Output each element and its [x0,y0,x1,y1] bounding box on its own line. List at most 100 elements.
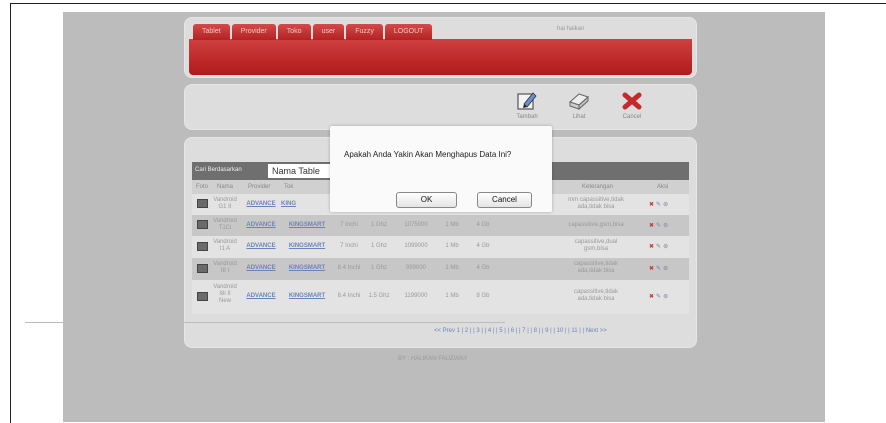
cell-toko-link[interactable]: KINGSMART [281,222,333,229]
cell-provider-link[interactable]: ADVANCE [242,265,280,272]
search-field-select[interactable]: Nama Table [268,164,338,178]
cell-ram: 1 Mb [445,222,459,228]
edit-icon[interactable]: ✎ [656,244,663,250]
cell-keterangan: capassitive,gsm,bisa [568,222,624,228]
cell-keterangan: capassitive,tidak ada,tidak bisa [573,261,619,274]
cell-processor: 1 Ghz [370,265,387,271]
pagination[interactable]: << Prev 1 | 2 | | 3 | | 4 | | 5 | | 6 | … [434,328,607,334]
tablet-photo [197,242,208,251]
footer-credit: BY : HALIKAN FAUZIANY [398,356,468,362]
cell-toko-link[interactable]: KING [281,201,321,208]
delete-icon[interactable]: ✖ [649,294,656,300]
ok-button[interactable]: OK [396,192,457,208]
row-actions: ✖✎⊛ [649,222,670,229]
cell-nama: Vandroid T1Ci [213,218,237,231]
table-row: Vandroid I8i II New ADVANCE KINGSMART 8.4 … [192,280,689,314]
cell-keterangan: mm capassitive,tidak ada,tidak bisa [568,197,624,210]
greeting-text: hai haikan [557,26,585,32]
divider [25,322,505,323]
tablet-photo [197,220,208,229]
view-icon[interactable]: ⊛ [663,266,670,272]
table-row: Vandroid I8 I ADVANCE KINGSMART 8.4 Inchi… [192,258,689,280]
row-actions: ✖✎⊛ [649,293,670,300]
tab-toko[interactable]: Toko [277,24,311,40]
cell-lcd: 8.4 Inchi [337,293,361,299]
cell-keterangan: capassitive,dual gsm,bisa [574,239,618,252]
tab-provider[interactable]: Provider [231,24,276,40]
row-actions: ✖✎⊛ [649,243,670,250]
add-button[interactable]: Tambah [507,90,547,120]
tab-tablet[interactable]: Tablet [193,24,230,40]
add-label: Tambah [516,114,538,120]
tablet-photo [197,264,208,273]
edit-icon[interactable]: ✎ [656,202,663,208]
cell-provider-link[interactable]: ADVANCE [242,243,280,250]
cell-lcd: 7 Inchi [340,243,358,249]
delete-icon[interactable]: ✖ [649,202,656,208]
edit-icon[interactable]: ✎ [656,266,663,272]
header-banner [189,39,692,75]
row-actions: ✖✎⊛ [649,201,670,208]
cell-ram: 1 Mb [445,243,459,249]
view-icon[interactable]: ⊛ [663,202,670,208]
search-label: Cari Berdasarkan [195,167,242,173]
cell-harga: 1075000 [404,222,428,228]
tab-fuzzy[interactable]: Fuzzy [346,24,383,40]
cell-provider-link[interactable]: ADVANCE [242,201,280,208]
cell-ram: 1 Mb [445,293,459,299]
table-row: Vandroid T1Ci ADVANCE KINGSMART 7 Inchi 1… [192,215,689,236]
cell-toko-link[interactable]: KINGSMART [281,243,333,250]
cell-toko-link[interactable]: KINGSMART [281,265,333,272]
tab-logout[interactable]: LOGOUT [384,24,433,40]
cell-keterangan: capassitive,tidak ada,tidak bisa [573,289,619,302]
cell-nama: Vandroid I8 I [213,261,237,274]
edit-icon[interactable]: ✎ [656,223,663,229]
table-row: Vandroid I1 A ADVANCE KINGSMART 7 Inchi 1… [192,236,689,258]
col-toko: Tok [284,184,294,190]
cell-nama: Vandroid G1 II [213,197,237,210]
cell-harga: 1099000 [404,243,428,249]
cell-toko-link[interactable]: KINGSMART [281,293,333,300]
cell-provider-link[interactable]: ADVANCE [242,222,280,229]
view-label: Lihat [572,114,586,120]
cell-harga: 1199000 [404,293,428,299]
tablet-photo [197,199,208,208]
cell-rom: 8 Gb [476,293,490,299]
pencil-icon [517,92,537,110]
cell-nama: Vandroid I8i II New [213,284,237,304]
eraser-icon [569,93,589,111]
view-icon[interactable]: ⊛ [663,223,670,229]
view-button[interactable]: Lihat [559,90,599,120]
cell-ram: 1 Mb [445,265,459,271]
edit-icon[interactable]: ✎ [656,294,663,300]
cell-rom: 4 Gb [476,265,490,271]
nav-tabs: Tablet Provider Toko user Fuzzy LOGOUT [193,24,433,40]
delete-icon[interactable]: ✖ [649,266,656,272]
cell-lcd: 8.4 Inchi [337,265,361,271]
col-provider: Provider [248,184,271,190]
cross-icon [622,92,642,110]
delete-icon[interactable]: ✖ [649,223,656,229]
view-icon[interactable]: ⊛ [663,244,670,250]
col-keterangan: Keterangan [582,184,614,190]
view-icon[interactable]: ⊛ [663,294,670,300]
tab-user[interactable]: user [312,24,345,40]
col-foto: Foto [196,184,209,190]
cancel-action-button[interactable]: Cancel [612,90,652,120]
cell-harga: 999000 [405,265,427,271]
cell-rom: 4 Gb [476,222,490,228]
col-aksi: Aksi [657,184,669,190]
cell-nama: Vandroid I1 A [213,239,237,252]
cell-provider-link[interactable]: ADVANCE [242,293,280,300]
cell-rom: 4 Gb [476,243,490,249]
cancel-button[interactable]: Cancel [477,192,532,208]
col-nama: Nama [217,184,234,190]
confirm-message: Apakah Anda Yakin Akan Menghapus Data In… [344,150,512,159]
action-panel: Tambah Lihat Cancel [184,84,697,130]
cell-lcd: 7 Inchi [340,222,358,228]
cell-processor: 1.5 Ghz [368,293,390,299]
cancel-action-label: Cancel [622,114,642,120]
row-actions: ✖✎⊛ [649,265,670,272]
cell-processor: 1 Ghz [370,222,387,228]
delete-icon[interactable]: ✖ [649,244,656,250]
